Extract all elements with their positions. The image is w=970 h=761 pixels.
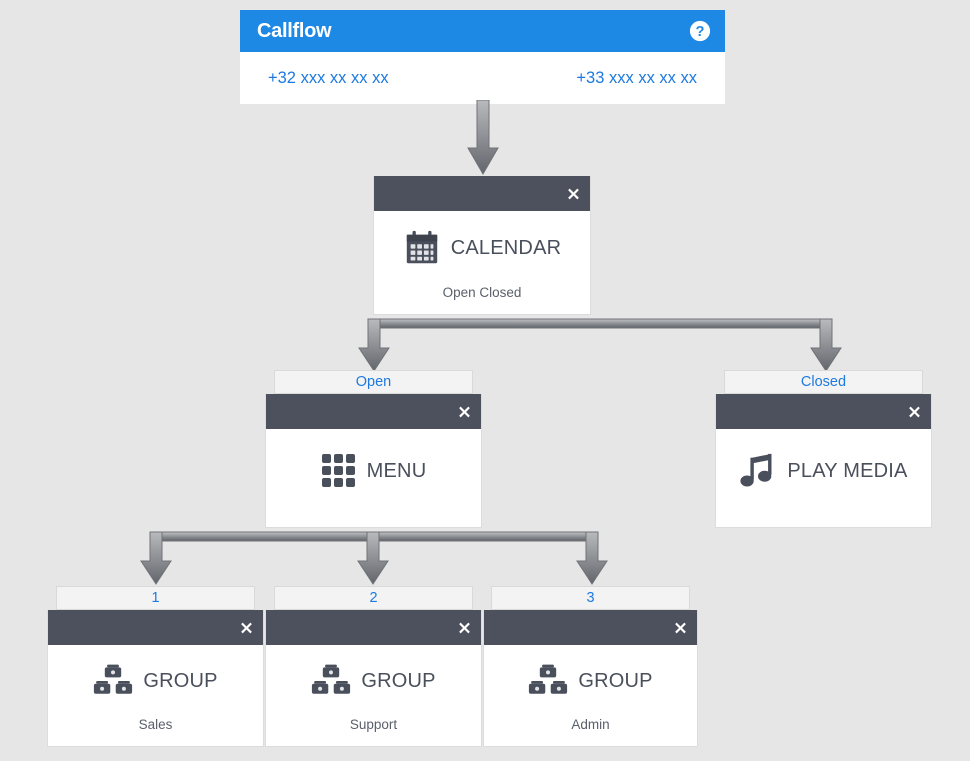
node-group-admin-footer: Admin — [571, 717, 610, 732]
node-play-media-footer — [716, 513, 931, 527]
callflow-root-panel: Callflow ? +32 xxx xx xx xx +33 xxx xx x… — [240, 10, 725, 104]
phone-group-icon — [311, 662, 351, 700]
node-group-sales-footer: Sales — [138, 717, 173, 732]
node-menu-inner: MENU — [266, 429, 481, 527]
node-menu-label: MENU — [366, 459, 427, 482]
node-group-sales-header — [48, 610, 263, 645]
branch-label-closed[interactable]: Closed — [724, 370, 923, 394]
node-group-support-body: GROUP — [266, 645, 481, 717]
phone-number-list: +32 xxx xx xx xx +33 xxx xx xx xx — [240, 52, 725, 104]
close-icon[interactable] — [567, 187, 580, 200]
phone-group-icon — [528, 662, 568, 700]
phone-number-primary[interactable]: +32 xxx xx xx xx — [268, 69, 389, 88]
node-calendar-label: CALENDAR — [450, 236, 562, 259]
node-group-support[interactable]: GROUP Support — [265, 610, 482, 747]
close-icon[interactable] — [908, 405, 921, 418]
connector-root-to-calendar — [466, 99, 500, 183]
question-circle-icon[interactable]: ? — [689, 20, 711, 42]
node-group-support-header — [266, 610, 481, 645]
node-play-media-header — [716, 394, 931, 429]
node-calendar-header — [374, 176, 590, 211]
node-play-media-body: PLAY MEDIA — [716, 429, 931, 513]
node-calendar-inner: CALENDAR Open Closed — [374, 211, 590, 314]
node-group-sales-body: GROUP — [48, 645, 263, 717]
callflow-canvas: Callflow ? +32 xxx xx xx xx +33 xxx xx x… — [0, 0, 970, 761]
branch-label-3[interactable]: 3 — [491, 586, 690, 610]
node-group-support-footer: Support — [349, 717, 398, 732]
svg-text:?: ? — [696, 24, 705, 40]
node-group-admin-body: GROUP — [484, 645, 697, 717]
connector-menu-branches — [139, 528, 609, 591]
node-calendar-body: CALENDAR — [374, 211, 590, 285]
node-menu-body: MENU — [266, 429, 481, 513]
node-play-media[interactable]: PLAY MEDIA — [715, 394, 932, 528]
phone-group-icon — [93, 662, 133, 700]
music-note-icon — [739, 452, 777, 490]
node-play-media-inner: PLAY MEDIA — [716, 429, 931, 527]
node-calendar-footer: Open Closed — [442, 285, 522, 300]
callflow-header: Callflow ? — [240, 10, 725, 52]
branch-label-2[interactable]: 2 — [274, 586, 473, 610]
connector-calendar-branches — [356, 315, 844, 378]
node-play-media-label: PLAY MEDIA — [787, 459, 908, 482]
node-group-support-inner: GROUP Support — [266, 645, 481, 746]
keypad-grid-icon — [321, 453, 357, 489]
close-icon[interactable] — [458, 621, 471, 634]
close-icon[interactable] — [674, 621, 687, 634]
node-group-support-label: GROUP — [361, 669, 436, 692]
page-title: Callflow — [257, 20, 332, 42]
branch-label-1[interactable]: 1 — [56, 586, 255, 610]
node-group-admin[interactable]: GROUP Admin — [483, 610, 698, 747]
close-icon[interactable] — [458, 405, 471, 418]
node-group-sales-inner: GROUP Sales — [48, 645, 263, 746]
node-group-sales[interactable]: GROUP Sales — [47, 610, 264, 747]
node-group-admin-header — [484, 610, 697, 645]
node-group-sales-label: GROUP — [143, 669, 218, 692]
node-menu-footer — [266, 513, 481, 527]
phone-number-secondary[interactable]: +33 xxx xx xx xx — [576, 69, 697, 88]
node-menu[interactable]: MENU — [265, 394, 482, 528]
calendar-icon — [403, 229, 441, 267]
node-group-admin-inner: GROUP Admin — [484, 645, 697, 746]
node-calendar[interactable]: CALENDAR Open Closed — [373, 176, 591, 315]
node-menu-header — [266, 394, 481, 429]
node-group-admin-label: GROUP — [578, 669, 653, 692]
branch-label-open[interactable]: Open — [274, 370, 473, 394]
close-icon[interactable] — [240, 621, 253, 634]
